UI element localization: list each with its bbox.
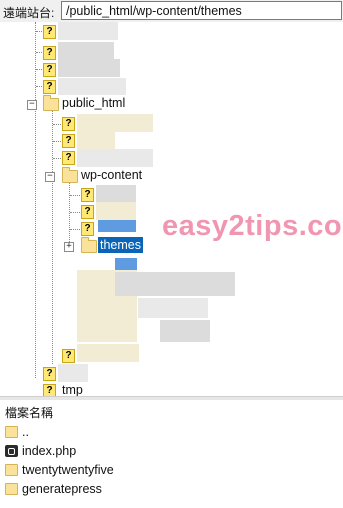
folder-icon xyxy=(5,483,18,495)
redacted-folder-name xyxy=(160,320,210,342)
tree-guide-line xyxy=(35,22,36,378)
tree-guide-line xyxy=(70,229,80,230)
unknown-folder-icon: ? xyxy=(43,80,56,94)
unknown-folder-icon: ? xyxy=(81,222,94,236)
redacted-folder-name xyxy=(58,22,118,40)
redacted-folder-name xyxy=(77,344,139,362)
unknown-folder-icon: ? xyxy=(81,188,94,202)
unknown-folder-icon: ? xyxy=(62,117,75,131)
file-name: .. xyxy=(22,425,29,439)
folder-icon xyxy=(62,167,78,183)
redacted-folder-name xyxy=(58,78,126,95)
folder-icon xyxy=(81,237,97,253)
unknown-folder-icon: ? xyxy=(62,151,75,165)
file-name: generatepress xyxy=(22,482,102,496)
php-file-icon xyxy=(5,445,18,457)
folder-icon xyxy=(43,95,59,111)
redacted-folder-name xyxy=(115,258,137,270)
column-header-filename[interactable]: 檔案名稱 xyxy=(5,404,53,421)
redacted-folder-name xyxy=(96,185,136,202)
tree-guide-line xyxy=(52,110,53,364)
tree-guide-line xyxy=(70,212,80,213)
redacted-folder-name xyxy=(138,298,208,318)
folder-icon xyxy=(5,464,18,476)
redacted-folder-name xyxy=(77,114,153,132)
collapse-icon[interactable]: − xyxy=(45,172,55,182)
redacted-folder-name xyxy=(96,202,136,220)
watermark-text: easy2tips.com xyxy=(162,210,343,242)
remote-site-bar: 遠端站台: /public_html/wp-content/themes xyxy=(0,0,343,22)
remote-file-list[interactable]: 檔案名稱 .. index.php twentytwentyfive gener… xyxy=(0,400,343,508)
redacted-folder-name xyxy=(58,364,88,382)
redacted-folder-name xyxy=(115,272,235,296)
tree-node-themes[interactable]: themes xyxy=(98,237,143,253)
unknown-folder-icon: ? xyxy=(43,63,56,77)
unknown-folder-icon: ? xyxy=(43,367,56,381)
folder-icon xyxy=(5,426,18,438)
tree-node-wp-content[interactable]: wp-content xyxy=(81,168,142,182)
redacted-folder-name xyxy=(58,59,120,77)
unknown-folder-icon: ? xyxy=(62,349,75,363)
file-name: index.php xyxy=(22,444,77,458)
tree-node-public-html[interactable]: public_html xyxy=(62,96,125,110)
unknown-folder-icon: ? xyxy=(62,134,75,148)
tree-guide-line xyxy=(53,124,61,125)
tree-node-tmp[interactable]: tmp xyxy=(62,383,83,396)
unknown-folder-icon: ? xyxy=(43,25,56,39)
expand-icon[interactable]: + xyxy=(64,242,74,252)
unknown-folder-icon: ? xyxy=(81,205,94,219)
redacted-folder-name xyxy=(77,132,115,150)
collapse-icon[interactable]: − xyxy=(27,100,37,110)
unknown-folder-icon: ? xyxy=(43,46,56,60)
tree-guide-line xyxy=(53,141,61,142)
file-name: twentytwentyfive xyxy=(22,463,114,477)
redacted-folder-name xyxy=(58,42,114,60)
remote-site-label: 遠端站台: xyxy=(3,6,55,20)
tree-guide-line xyxy=(53,158,61,159)
remote-path-input[interactable]: /public_html/wp-content/themes xyxy=(61,1,342,20)
tree-guide-line xyxy=(70,195,80,196)
redacted-folder-name xyxy=(77,149,153,167)
remote-directory-tree[interactable]: ? ? ? ? − public_html ? ? ? − wp-content… xyxy=(0,22,343,396)
redacted-folder-name xyxy=(98,220,136,232)
unknown-folder-icon: ? xyxy=(43,384,56,396)
